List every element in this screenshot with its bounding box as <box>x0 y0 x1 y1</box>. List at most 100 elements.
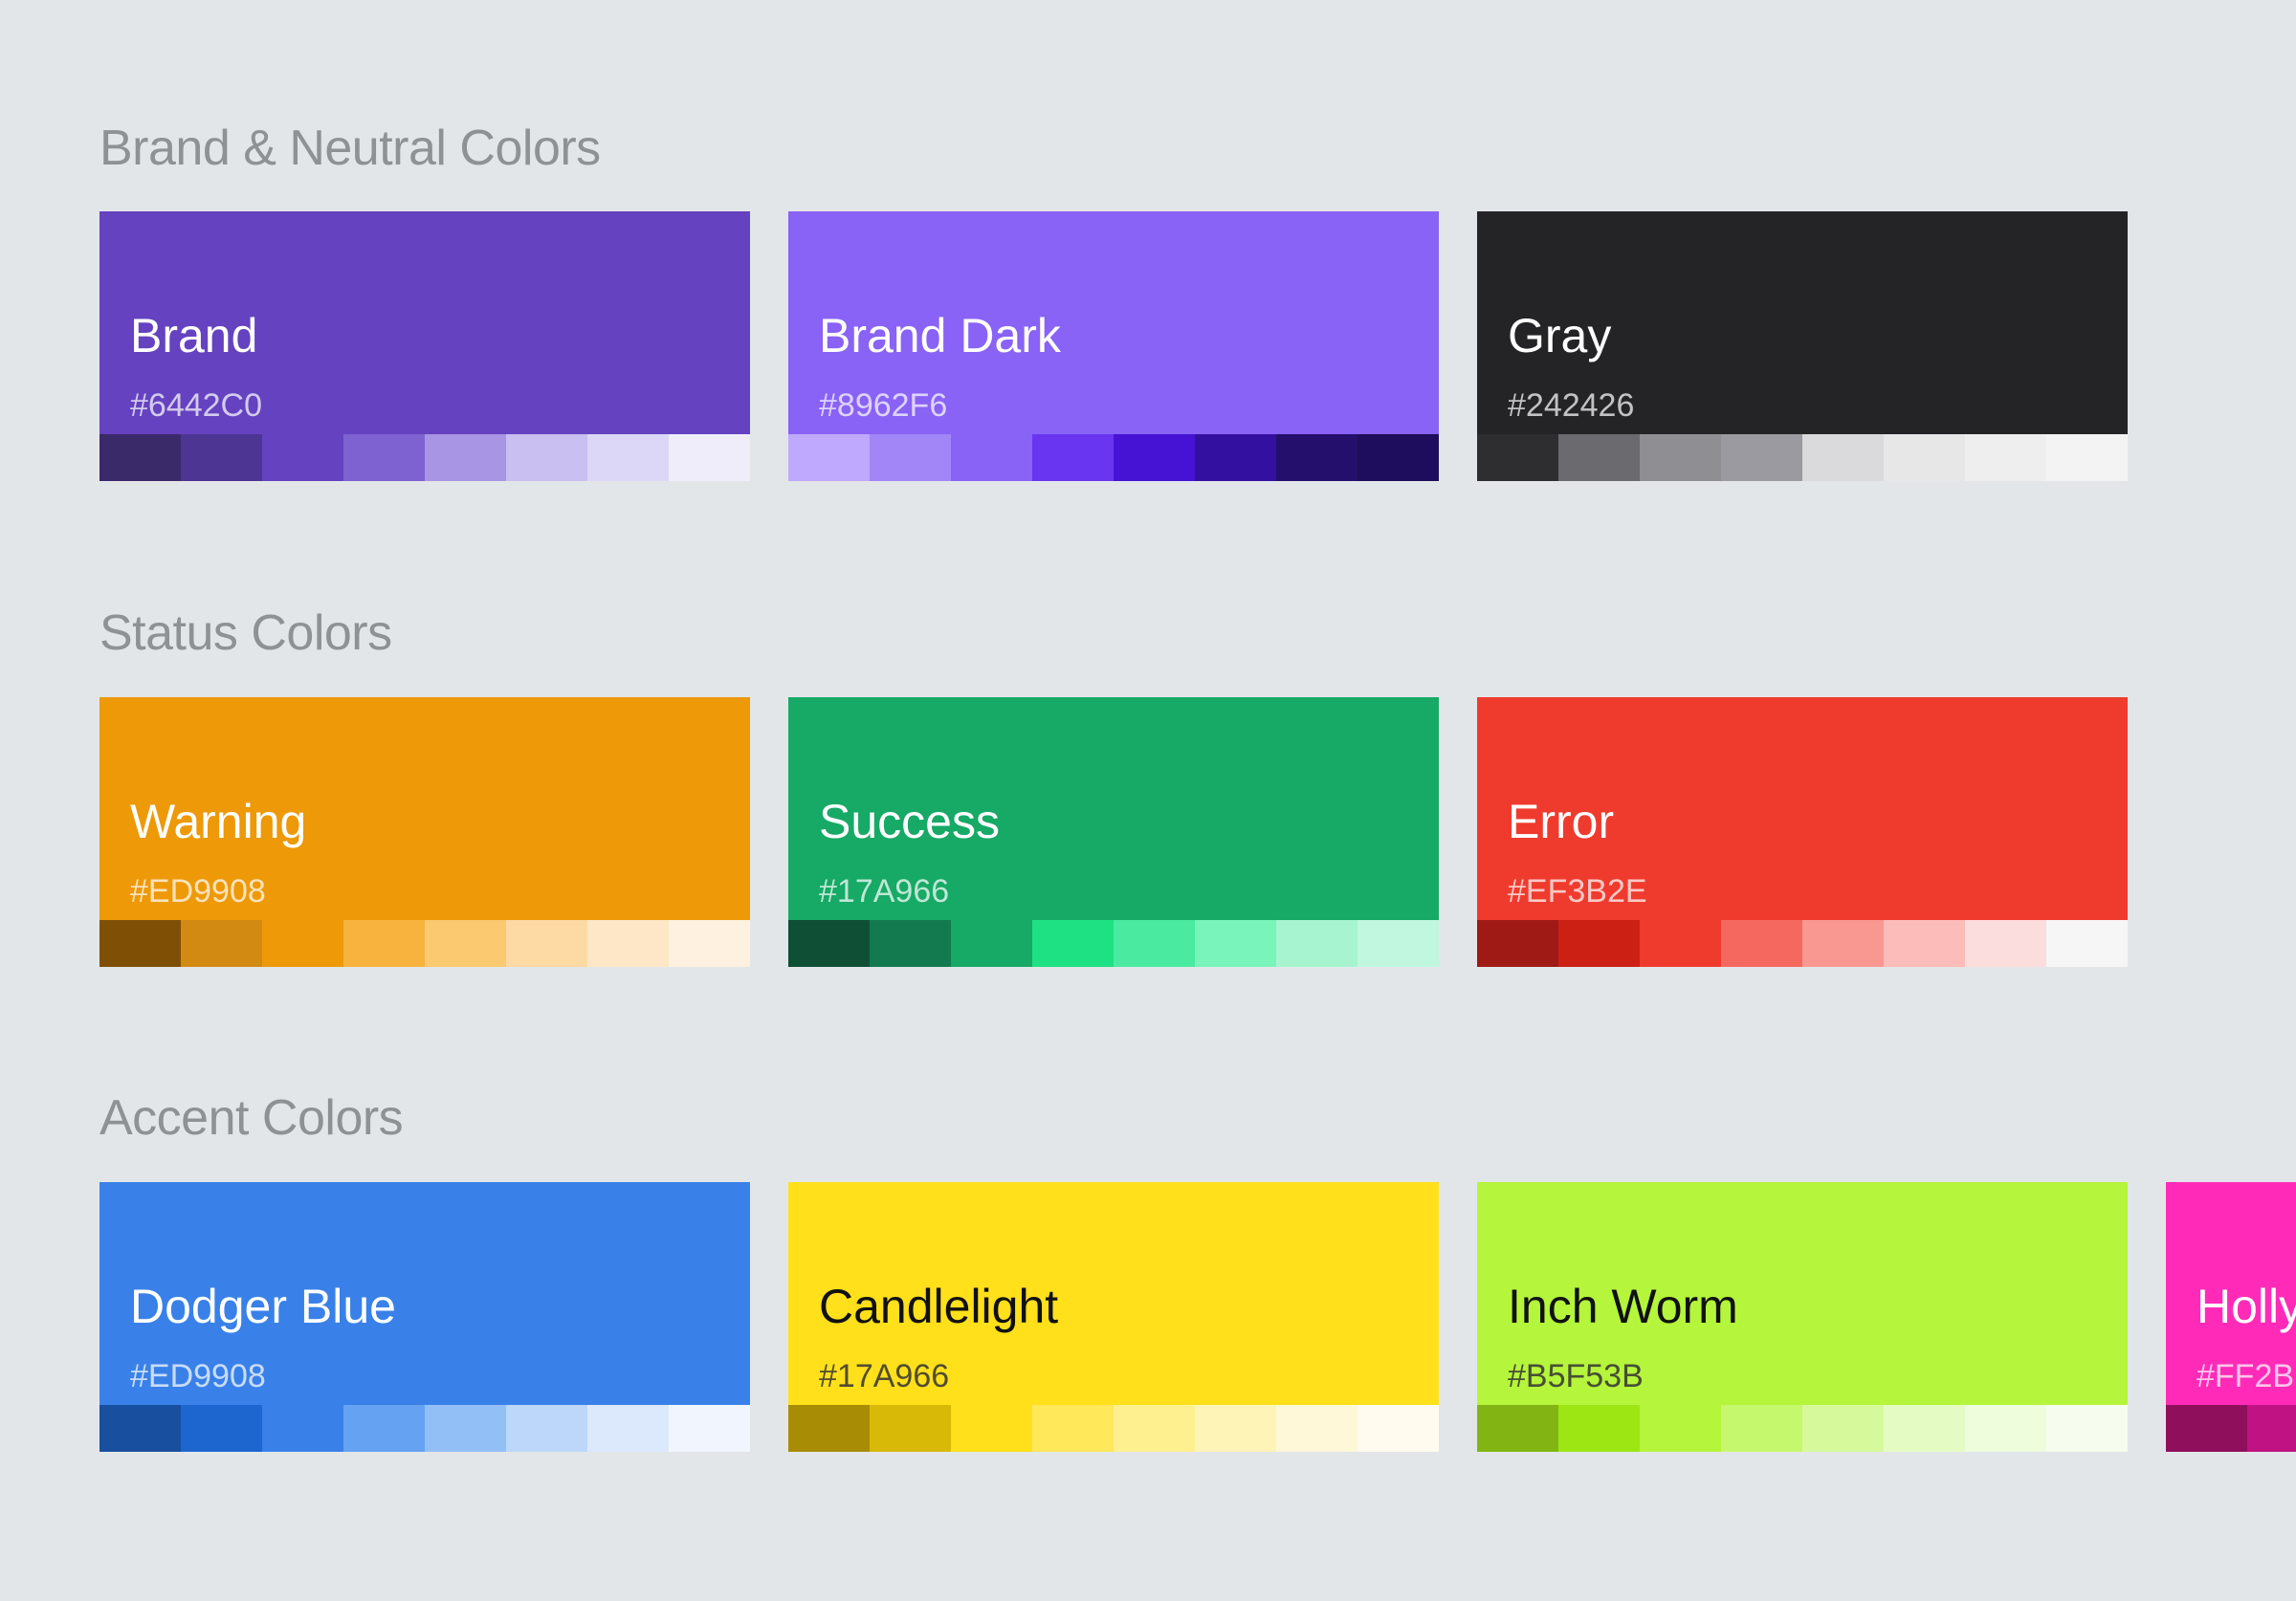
shade-chip[interactable] <box>262 1405 343 1452</box>
shade-chip[interactable] <box>343 1405 425 1452</box>
shade-chip[interactable] <box>2166 1405 2247 1452</box>
shade-chip[interactable] <box>1721 920 1802 967</box>
shade-chip[interactable] <box>1721 1405 1802 1452</box>
color-hex: #17A966 <box>819 873 950 910</box>
shade-chip[interactable] <box>262 434 343 481</box>
shade-chip[interactable] <box>587 1405 669 1452</box>
shade-chip[interactable] <box>669 1405 750 1452</box>
section-title-brand-neutral: Brand & Neutral Colors <box>99 121 601 176</box>
color-name: Dodger Blue <box>130 1280 396 1333</box>
shade-chip[interactable] <box>1276 1405 1358 1452</box>
shade-chip[interactable] <box>1884 920 1965 967</box>
shade-chip[interactable] <box>343 920 425 967</box>
shade-chip[interactable] <box>506 1405 587 1452</box>
color-card-brand-dark[interactable]: Brand Dark #8962F6 <box>788 211 1439 481</box>
color-hex: #8962F6 <box>819 387 948 424</box>
shade-chip[interactable] <box>669 920 750 967</box>
shade-chip[interactable] <box>2247 1405 2296 1452</box>
shade-chip[interactable] <box>951 434 1032 481</box>
shade-chip[interactable] <box>1802 1405 1884 1452</box>
shade-chip[interactable] <box>343 434 425 481</box>
shade-chip[interactable] <box>1358 920 1439 967</box>
shade-chip[interactable] <box>951 1405 1032 1452</box>
shade-chip[interactable] <box>1477 434 1558 481</box>
shade-chip[interactable] <box>1195 1405 1276 1452</box>
shade-chip[interactable] <box>2046 1405 2128 1452</box>
shade-chip[interactable] <box>425 1405 506 1452</box>
shade-chip[interactable] <box>1114 434 1195 481</box>
color-card-brand[interactable]: Brand #6442C0 <box>99 211 750 481</box>
shade-chip[interactable] <box>870 1405 951 1452</box>
shade-chip[interactable] <box>1884 1405 1965 1452</box>
shade-chip[interactable] <box>788 1405 870 1452</box>
shade-chip[interactable] <box>262 920 343 967</box>
shade-scale <box>99 1405 750 1452</box>
shade-chip[interactable] <box>99 920 181 967</box>
color-hex: #242426 <box>1508 387 1635 424</box>
color-card-success[interactable]: Success #17A966 <box>788 697 1439 967</box>
shade-chip[interactable] <box>425 434 506 481</box>
shade-chip[interactable] <box>181 1405 262 1452</box>
color-name: Gray <box>1508 309 1612 362</box>
shade-chip[interactable] <box>1640 920 1721 967</box>
shade-chip[interactable] <box>1477 920 1558 967</box>
color-hex: #ED9908 <box>130 873 266 910</box>
color-card-inch-worm[interactable]: Inch Worm #B5F53B <box>1477 1182 2128 1452</box>
shade-chip[interactable] <box>1276 920 1358 967</box>
shade-chip[interactable] <box>1558 920 1640 967</box>
color-swatch: Warning #ED9908 <box>99 697 750 949</box>
color-card-dodger-blue[interactable]: Dodger Blue #ED9908 <box>99 1182 750 1452</box>
shade-chip[interactable] <box>1965 434 2046 481</box>
shade-chip[interactable] <box>587 920 669 967</box>
shade-chip[interactable] <box>1195 434 1276 481</box>
color-name: Brand Dark <box>819 309 1061 362</box>
shade-chip[interactable] <box>1558 434 1640 481</box>
color-card-candlelight[interactable]: Candlelight #17A966 <box>788 1182 1439 1452</box>
shade-chip[interactable] <box>1884 434 1965 481</box>
shade-scale <box>1477 1405 2128 1452</box>
color-name: Holly <box>2197 1280 2296 1333</box>
color-swatch: Error #EF3B2E <box>1477 697 2128 949</box>
shade-chip[interactable] <box>1965 1405 2046 1452</box>
shade-chip[interactable] <box>870 434 951 481</box>
shade-chip[interactable] <box>1032 1405 1114 1452</box>
shade-chip[interactable] <box>2046 434 2128 481</box>
shade-chip[interactable] <box>1802 920 1884 967</box>
shade-chip[interactable] <box>99 1405 181 1452</box>
shade-chip[interactable] <box>788 434 870 481</box>
shade-chip[interactable] <box>587 434 669 481</box>
shade-chip[interactable] <box>1721 434 1802 481</box>
shade-chip[interactable] <box>788 920 870 967</box>
shade-chip[interactable] <box>1032 920 1114 967</box>
shade-chip[interactable] <box>1114 920 1195 967</box>
shade-chip[interactable] <box>1358 434 1439 481</box>
shade-scale <box>788 1405 1439 1452</box>
shade-chip[interactable] <box>951 920 1032 967</box>
shade-chip[interactable] <box>1965 920 2046 967</box>
color-card-gray[interactable]: Gray #242426 <box>1477 211 2128 481</box>
color-card-error[interactable]: Error #EF3B2E <box>1477 697 2128 967</box>
shade-chip[interactable] <box>1114 1405 1195 1452</box>
shade-chip[interactable] <box>870 920 951 967</box>
shade-chip[interactable] <box>1640 1405 1721 1452</box>
shade-chip[interactable] <box>1276 434 1358 481</box>
shade-chip[interactable] <box>1558 1405 1640 1452</box>
color-card-warning[interactable]: Warning #ED9908 <box>99 697 750 967</box>
shade-chip[interactable] <box>1477 1405 1558 1452</box>
shade-chip[interactable] <box>506 434 587 481</box>
shade-chip[interactable] <box>1640 434 1721 481</box>
shade-chip[interactable] <box>181 434 262 481</box>
shade-chip[interactable] <box>1032 434 1114 481</box>
shade-chip[interactable] <box>425 920 506 967</box>
shade-chip[interactable] <box>99 434 181 481</box>
shade-chip[interactable] <box>1802 434 1884 481</box>
shade-chip[interactable] <box>669 434 750 481</box>
shade-chip[interactable] <box>181 920 262 967</box>
color-name: Candlelight <box>819 1280 1059 1333</box>
color-name: Warning <box>130 795 307 848</box>
shade-chip[interactable] <box>2046 920 2128 967</box>
shade-chip[interactable] <box>1358 1405 1439 1452</box>
shade-chip[interactable] <box>506 920 587 967</box>
shade-chip[interactable] <box>1195 920 1276 967</box>
color-card-holly[interactable]: Holly #FF2B <box>2166 1182 2296 1452</box>
